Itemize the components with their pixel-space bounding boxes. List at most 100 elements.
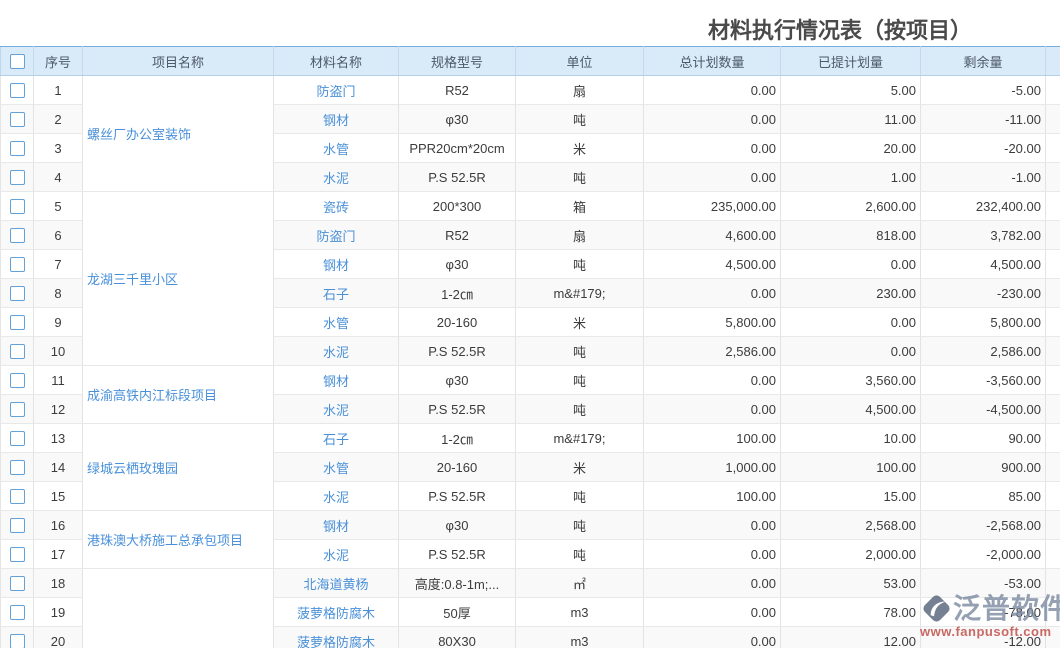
row-checkbox[interactable] bbox=[10, 431, 25, 446]
material-name-cell[interactable]: 北海道黄杨 bbox=[274, 569, 399, 598]
row-checkbox[interactable] bbox=[10, 634, 25, 648]
material-name-cell[interactable]: 水管 bbox=[274, 134, 399, 163]
row-checkbox[interactable] bbox=[10, 170, 25, 185]
unit-cell: m&#179; bbox=[516, 424, 644, 453]
filler-cell bbox=[1046, 337, 1060, 366]
row-select-cell bbox=[1, 569, 34, 598]
row-select-cell bbox=[1, 366, 34, 395]
material-name-cell[interactable]: 水泥 bbox=[274, 395, 399, 424]
header-row: 序号项目名称材料名称规格型号单位总计划数量已提计划量剩余量 bbox=[1, 47, 1060, 76]
row-checkbox[interactable] bbox=[10, 286, 25, 301]
material-name-cell[interactable]: 钢材 bbox=[274, 105, 399, 134]
material-name-cell[interactable]: 钢材 bbox=[274, 366, 399, 395]
spec-model-cell: P.S 52.5R bbox=[399, 540, 516, 569]
material-name-cell[interactable]: 瓷砖 bbox=[274, 192, 399, 221]
spec-model-cell: 20-160 bbox=[399, 308, 516, 337]
row-checkbox[interactable] bbox=[10, 228, 25, 243]
material-name-cell[interactable]: 石子 bbox=[274, 424, 399, 453]
remaining-qty-cell: 232,400.00 bbox=[921, 192, 1046, 221]
row-number-cell: 7 bbox=[34, 250, 83, 279]
unit-cell: 吨 bbox=[516, 482, 644, 511]
material-name-cell[interactable]: 水泥 bbox=[274, 482, 399, 511]
row-number-cell: 11 bbox=[34, 366, 83, 395]
unit-cell: ㎡ bbox=[516, 569, 644, 598]
drawn-plan-qty-cell: 1.00 bbox=[781, 163, 921, 192]
spec-model-cell: 高度:0.8-1m;... bbox=[399, 569, 516, 598]
remaining-qty-cell: -4,500.00 bbox=[921, 395, 1046, 424]
row-select-cell bbox=[1, 540, 34, 569]
row-checkbox[interactable] bbox=[10, 315, 25, 330]
material-execution-report-page: 材料执行情况表（按项目） 序号项目名称材料名称规格型号单位总计划数量已提计划量剩… bbox=[0, 0, 1060, 648]
drawn-plan-qty-cell: 2,568.00 bbox=[781, 511, 921, 540]
column-header-0: 序号 bbox=[34, 47, 83, 76]
remaining-qty-cell: -11.00 bbox=[921, 105, 1046, 134]
material-name-cell[interactable]: 水泥 bbox=[274, 540, 399, 569]
row-checkbox[interactable] bbox=[10, 605, 25, 620]
project-name-cell[interactable]: 成渝高铁内江标段项目 bbox=[83, 366, 274, 424]
remaining-qty-cell: 2,586.00 bbox=[921, 337, 1046, 366]
unit-cell: 扇 bbox=[516, 76, 644, 105]
remaining-qty-cell: -53.00 bbox=[921, 569, 1046, 598]
row-checkbox[interactable] bbox=[10, 547, 25, 562]
total-planned-qty-cell: 0.00 bbox=[644, 279, 781, 308]
row-checkbox[interactable] bbox=[10, 112, 25, 127]
row-checkbox[interactable] bbox=[10, 199, 25, 214]
project-name-cell[interactable]: 龙湖三千里小区 bbox=[83, 192, 274, 366]
row-checkbox[interactable] bbox=[10, 141, 25, 156]
drawn-plan-qty-cell: 12.00 bbox=[781, 627, 921, 648]
table-header: 序号项目名称材料名称规格型号单位总计划数量已提计划量剩余量 bbox=[1, 47, 1060, 76]
remaining-qty-cell: 900.00 bbox=[921, 453, 1046, 482]
material-name-cell[interactable]: 防盗门 bbox=[274, 76, 399, 105]
row-checkbox[interactable] bbox=[10, 518, 25, 533]
row-checkbox[interactable] bbox=[10, 257, 25, 272]
row-checkbox[interactable] bbox=[10, 344, 25, 359]
material-name-cell[interactable]: 水管 bbox=[274, 453, 399, 482]
spec-model-cell: PPR20cm*20cm bbox=[399, 134, 516, 163]
material-name-cell[interactable]: 石子 bbox=[274, 279, 399, 308]
material-name-cell[interactable]: 防盗门 bbox=[274, 221, 399, 250]
remaining-qty-cell: -78.00 bbox=[921, 598, 1046, 627]
material-name-cell[interactable]: 菠萝格防腐木 bbox=[274, 598, 399, 627]
material-name-cell[interactable]: 钢材 bbox=[274, 250, 399, 279]
filler-cell bbox=[1046, 279, 1060, 308]
drawn-plan-qty-cell: 3,560.00 bbox=[781, 366, 921, 395]
table-row: 18北海道黄杨高度:0.8-1m;...㎡0.0053.00-53.00 bbox=[1, 569, 1060, 598]
remaining-qty-cell: -230.00 bbox=[921, 279, 1046, 308]
project-name-cell[interactable] bbox=[83, 569, 274, 648]
remaining-qty-cell: -12.00 bbox=[921, 627, 1046, 648]
spec-model-cell: φ30 bbox=[399, 366, 516, 395]
material-name-cell[interactable]: 水管 bbox=[274, 308, 399, 337]
project-name-cell[interactable]: 港珠澳大桥施工总承包项目 bbox=[83, 511, 274, 569]
unit-cell: 吨 bbox=[516, 105, 644, 134]
remaining-qty-cell: -2,000.00 bbox=[921, 540, 1046, 569]
row-number-cell: 5 bbox=[34, 192, 83, 221]
filler-cell bbox=[1046, 134, 1060, 163]
total-planned-qty-cell: 100.00 bbox=[644, 424, 781, 453]
row-checkbox[interactable] bbox=[10, 402, 25, 417]
drawn-plan-qty-cell: 15.00 bbox=[781, 482, 921, 511]
drawn-plan-qty-cell: 230.00 bbox=[781, 279, 921, 308]
row-checkbox[interactable] bbox=[10, 460, 25, 475]
row-select-cell bbox=[1, 76, 34, 105]
material-name-cell[interactable]: 水泥 bbox=[274, 337, 399, 366]
project-name-cell[interactable]: 绿城云栖玫瑰园 bbox=[83, 424, 274, 511]
total-planned-qty-cell: 0.00 bbox=[644, 366, 781, 395]
material-name-cell[interactable]: 菠萝格防腐木 bbox=[274, 627, 399, 648]
row-select-cell bbox=[1, 598, 34, 627]
material-name-cell[interactable]: 水泥 bbox=[274, 163, 399, 192]
column-header-filler bbox=[1046, 47, 1060, 76]
project-name-cell[interactable]: 螺丝厂办公室装饰 bbox=[83, 76, 274, 192]
material-execution-table: 序号项目名称材料名称规格型号单位总计划数量已提计划量剩余量 1螺丝厂办公室装饰防… bbox=[0, 46, 1060, 648]
row-checkbox[interactable] bbox=[10, 489, 25, 504]
row-checkbox[interactable] bbox=[10, 373, 25, 388]
select-all-checkbox[interactable] bbox=[10, 54, 25, 69]
row-checkbox[interactable] bbox=[10, 83, 25, 98]
row-checkbox[interactable] bbox=[10, 576, 25, 591]
remaining-qty-cell: 90.00 bbox=[921, 424, 1046, 453]
row-select-cell bbox=[1, 221, 34, 250]
column-header-5: 总计划数量 bbox=[644, 47, 781, 76]
row-select-cell bbox=[1, 395, 34, 424]
material-name-cell[interactable]: 钢材 bbox=[274, 511, 399, 540]
unit-cell: 箱 bbox=[516, 192, 644, 221]
remaining-qty-cell: 3,782.00 bbox=[921, 221, 1046, 250]
